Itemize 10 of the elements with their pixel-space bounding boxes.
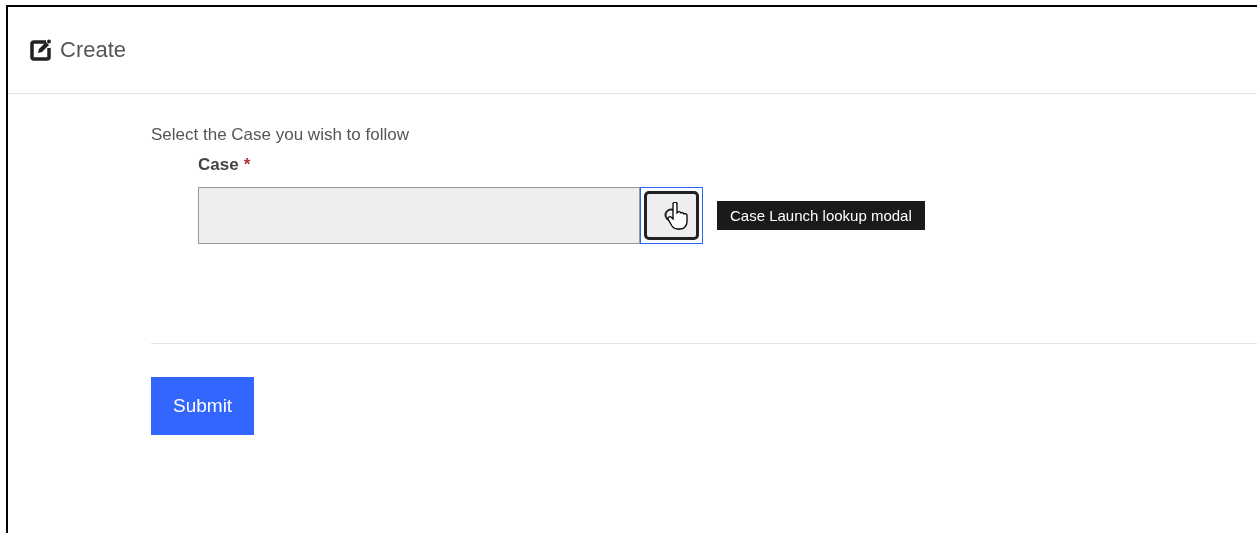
edit-icon (30, 39, 52, 61)
page-title: Create (60, 37, 127, 63)
lookup-button[interactable] (640, 187, 703, 244)
tooltip: Case Launch lookup modal (717, 201, 925, 230)
required-mark: * (243, 155, 251, 175)
case-field[interactable] (198, 187, 640, 244)
instruction-text: Select the Case you wish to follow (151, 125, 409, 145)
hand-cursor-icon (667, 202, 689, 230)
field-label: Case (198, 155, 239, 175)
submit-button[interactable]: Submit (151, 377, 255, 435)
